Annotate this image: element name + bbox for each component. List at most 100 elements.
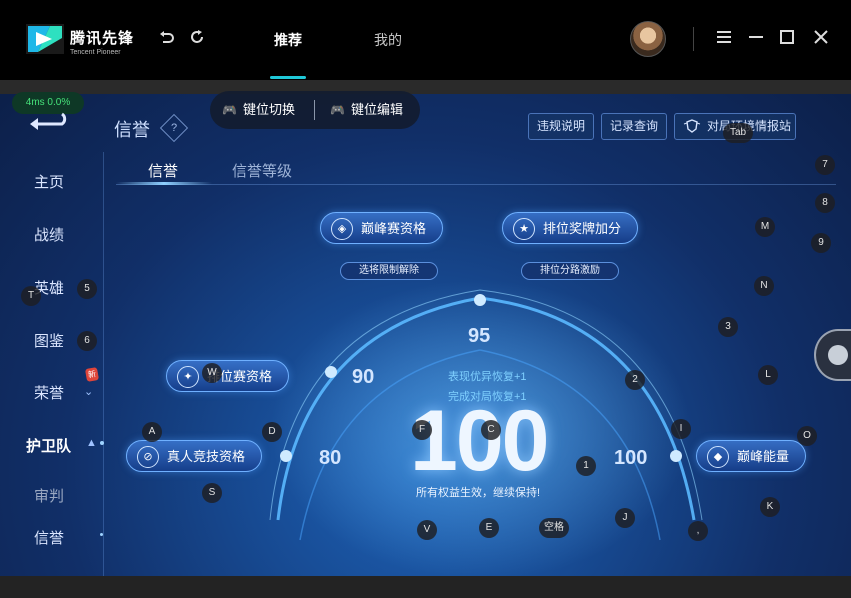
key-toolbar-divider	[314, 100, 315, 120]
rank-bonus-label: 排位奖牌加分	[543, 221, 622, 236]
key-edit-label: 键位编辑	[350, 102, 403, 117]
realname-qualification-button[interactable]: ⊘ 真人竞技资格	[126, 440, 263, 472]
keyhint-e: E	[479, 518, 499, 538]
ranked-qualification-button[interactable]: ✦ 排位赛资格	[166, 360, 290, 392]
threshold-dot-100	[670, 450, 682, 462]
game-view: 4ms 0.0% 🎮键位切换 🎮键位编辑 信誉 ? 违规说明 记录查询 对局环境…	[0, 80, 851, 598]
keyhint-9: 9	[811, 233, 831, 253]
sidebar-item-collection[interactable]: 图鉴	[34, 330, 64, 351]
sidebar-item-guard[interactable]: 护卫队	[26, 435, 71, 456]
keyhint-7: 7	[815, 155, 835, 175]
threshold-100: 100	[614, 447, 648, 469]
sidebar-item-honor[interactable]: 荣誉	[34, 382, 64, 403]
peak-qualification-button[interactable]: ◈ 巅峰赛资格	[320, 212, 444, 244]
keyhint-t: T	[21, 286, 41, 306]
avatar[interactable]	[630, 21, 666, 57]
keyhint-l: L	[758, 365, 778, 385]
records-button[interactable]: 记录查询	[601, 113, 668, 140]
keyhint-6: 6	[77, 331, 97, 351]
close-icon[interactable]	[810, 28, 832, 50]
refresh-icon[interactable]	[186, 28, 208, 50]
help-symbol: ?	[170, 122, 178, 134]
credit-status-text: 所有权益生效，继续保持!	[416, 487, 541, 499]
menu-icon[interactable]	[713, 28, 735, 50]
sidebar-item-home[interactable]: 主页	[34, 171, 64, 192]
key-edit-button[interactable]: 🎮 键位编辑	[330, 91, 403, 129]
sidebar-divider	[103, 152, 104, 582]
rank-bonus-button[interactable]: ★ 排位奖牌加分	[502, 212, 639, 244]
keyhint-j: J	[615, 508, 635, 528]
key-switch-label: 键位切换	[242, 102, 295, 117]
keyhint-i: I	[671, 419, 691, 439]
keyhint-c: C	[481, 420, 501, 440]
tab-credit[interactable]: 信誉	[148, 160, 178, 181]
ping-indicator: 4ms 0.0%	[12, 92, 84, 114]
energy-cube-icon: ◆	[707, 446, 729, 468]
active-dot	[100, 441, 104, 445]
active-tab-indicator	[270, 76, 306, 79]
no-bot-icon: ⊘	[137, 446, 159, 468]
tab-credit-level[interactable]: 信誉等级	[232, 160, 292, 181]
keyhint-5: 5	[77, 279, 97, 299]
gamepad-icon: 🎮	[330, 103, 345, 117]
keyhint-a: A	[142, 422, 162, 442]
credit-score: 100	[410, 393, 549, 489]
keyhint-d: D	[262, 422, 282, 442]
peak-qualification-label: 巅峰赛资格	[361, 221, 427, 236]
threshold-dot-90	[325, 366, 337, 378]
threshold-95: 95	[468, 325, 491, 347]
keyhint-8: 8	[815, 193, 835, 213]
keyhint-3: 3	[718, 317, 738, 337]
keyhint-f: F	[412, 420, 432, 440]
tab-recommend[interactable]: 推荐	[274, 30, 302, 50]
keyhint-v: V	[417, 520, 437, 540]
threshold-90: 90	[352, 366, 375, 388]
chevron-down-icon: ⌄	[84, 386, 94, 398]
new-badge: 新	[84, 367, 100, 382]
app-name-cn: 腾讯先锋	[70, 30, 135, 47]
selected-dot	[100, 533, 103, 536]
peak-energy-label: 巅峰能量	[737, 449, 790, 464]
maximize-icon[interactable]	[776, 28, 798, 50]
keyhint-k: K	[760, 497, 780, 517]
subtab-active-indicator	[116, 182, 212, 185]
tab-mine[interactable]: 我的	[374, 30, 402, 50]
subtab-divider	[116, 184, 836, 185]
hero-limit-tag: 选将限制解除	[340, 262, 438, 280]
keyhint-tab: Tab	[723, 123, 753, 143]
star-medal-icon: ★	[513, 218, 535, 240]
divider	[693, 27, 694, 51]
peak-energy-button[interactable]: ◆ 巅峰能量	[696, 440, 807, 472]
lane-incentive-tag: 排位分路激励	[521, 262, 619, 280]
rules-button[interactable]: 违规说明	[528, 113, 595, 140]
keyhint-1: 1	[576, 456, 596, 476]
keyhint-o: O	[797, 426, 817, 446]
gamepad-icon: 🎮	[222, 103, 237, 117]
threshold-dot-95	[474, 294, 486, 306]
threshold-80: 80	[319, 447, 342, 469]
key-toolbar: 🎮 键位切换 🎮 键位编辑	[210, 91, 420, 129]
back-arrow-icon[interactable]	[28, 112, 72, 136]
realname-qualification-label: 真人竞技资格	[167, 449, 246, 464]
keyhint-m: M	[755, 217, 775, 237]
rank-shield-icon: ✦	[177, 366, 199, 388]
keyhint-2: 2	[625, 370, 645, 390]
crystal-icon: ◈	[331, 218, 353, 240]
sidebar-item-credit[interactable]: 信誉	[34, 527, 64, 548]
keyhint-w: W	[202, 363, 222, 383]
page-title: 信誉	[114, 120, 150, 140]
key-switch-button[interactable]: 🎮 键位切换	[222, 91, 295, 129]
minimize-icon[interactable]	[745, 28, 767, 50]
app-name-en: Tencent Pioneer	[70, 49, 121, 56]
undo-icon[interactable]	[155, 28, 177, 50]
app-logo	[26, 24, 64, 54]
keyhint-comma: ,	[688, 521, 708, 541]
threshold-dot-80	[280, 450, 292, 462]
sidebar-item-judgment[interactable]: 审判	[34, 485, 64, 506]
keyhint-s: S	[202, 483, 222, 503]
shield-wings-icon	[683, 118, 701, 139]
keyhint-space: 空格	[539, 518, 569, 538]
sidebar-item-record[interactable]: 战绩	[34, 224, 64, 245]
title-bar: 腾讯先锋 Tencent Pioneer 推荐 我的	[0, 0, 851, 80]
hexagon-icon	[828, 345, 848, 365]
